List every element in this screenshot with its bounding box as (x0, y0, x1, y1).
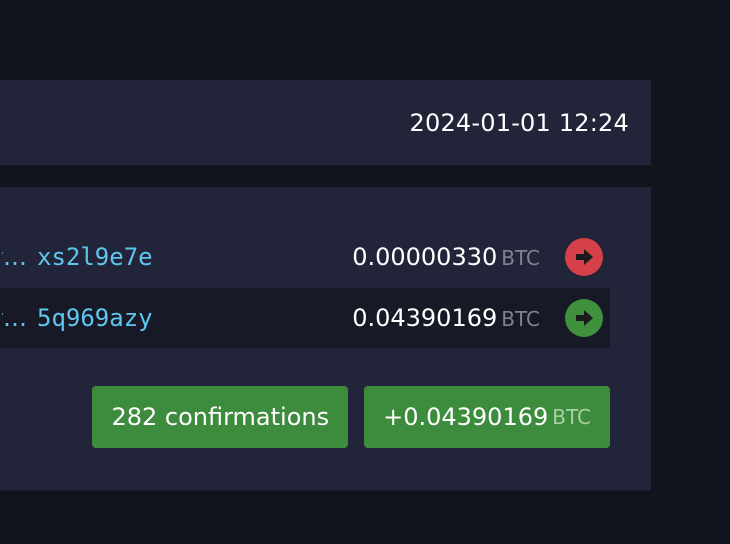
arrow-right-icon (576, 249, 593, 265)
output-row: f…5q969azy 0.04390169BTC (0, 288, 610, 348)
net-amount-badge[interactable]: +0.04390169 BTC (364, 386, 610, 448)
output-amount: 0.00000330 BTC (352, 227, 540, 287)
transaction-header: 2024-01-01 12:24 (0, 80, 651, 166)
transaction-badges: 282 confirmations +0.04390169 BTC (92, 386, 610, 448)
amount-unit: BTC (501, 246, 540, 270)
address-ellipsis: … (3, 304, 27, 332)
arrow-right-icon (576, 310, 593, 326)
net-amount-value: +0.04390169 (383, 403, 549, 431)
output-amount: 0.04390169 BTC (352, 288, 540, 348)
spent-output-button[interactable] (565, 238, 603, 276)
output-address-link[interactable]: f…xs2l9e7e (0, 227, 153, 287)
output-address-link[interactable]: f…5q969azy (0, 288, 153, 348)
transaction-timestamp: 2024-01-01 12:24 (409, 109, 629, 137)
amount-unit: BTC (501, 307, 540, 331)
amount-value: 0.04390169 (352, 304, 498, 332)
address-tail: 5q969azy (37, 304, 153, 332)
transaction-details-panel: f…xs2l9e7e 0.00000330BTC f…5q969azy 0.04… (0, 187, 651, 491)
confirmations-label: 282 confirmations (111, 403, 330, 431)
address-tail: xs2l9e7e (37, 243, 153, 271)
amount-value: 0.00000330 (352, 243, 498, 271)
address-ellipsis: … (3, 243, 27, 271)
transaction-view: 2024-01-01 12:24 f…xs2l9e7e 0.00000330BT… (0, 0, 730, 544)
output-row: f…xs2l9e7e 0.00000330BTC (0, 227, 610, 287)
confirmations-badge[interactable]: 282 confirmations (92, 386, 349, 448)
unspent-output-button[interactable] (565, 299, 603, 337)
net-amount-unit: BTC (552, 405, 591, 429)
